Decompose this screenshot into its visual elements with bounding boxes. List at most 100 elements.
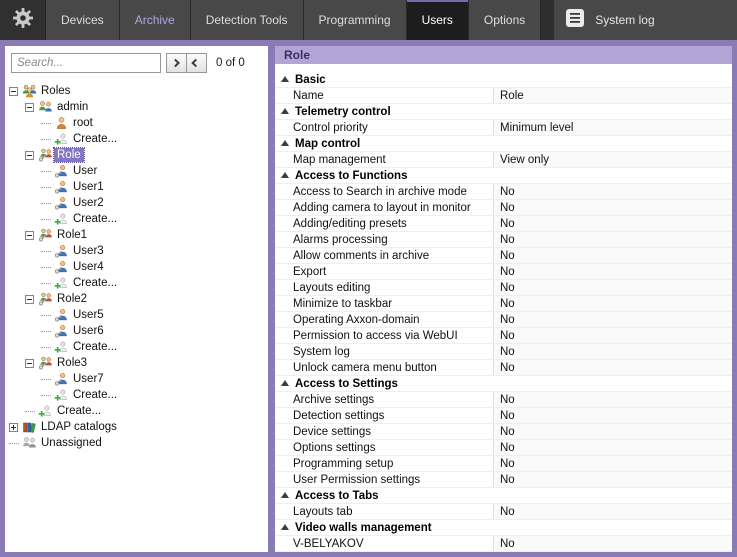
property-row-system-log[interactable]: System logNo xyxy=(275,344,732,360)
tree-item-user3[interactable]: User3 xyxy=(5,243,268,259)
property-row-access-to-search-in-archive-mode[interactable]: Access to Search in archive modeNo xyxy=(275,184,732,200)
tab-programming[interactable]: Programming xyxy=(304,0,407,40)
expander-plus-icon[interactable] xyxy=(9,423,18,432)
connector-slot xyxy=(41,395,54,396)
property-value[interactable]: No xyxy=(493,456,732,471)
property-value[interactable]: No xyxy=(493,280,732,295)
system-log-button[interactable]: System log xyxy=(554,0,737,40)
property-value[interactable]: No xyxy=(493,504,732,519)
tab-users[interactable]: Users xyxy=(407,0,469,40)
property-group-basic[interactable]: Basic xyxy=(275,72,732,88)
tree-item-user4[interactable]: User4 xyxy=(5,259,268,275)
tree-item-create[interactable]: Create... xyxy=(5,275,268,291)
property-value[interactable]: No xyxy=(493,184,732,199)
property-value[interactable]: View only xyxy=(493,152,732,167)
property-value[interactable]: No xyxy=(493,264,732,279)
property-row-layouts-editing[interactable]: Layouts editingNo xyxy=(275,280,732,296)
tree-item-role3[interactable]: Role3 xyxy=(5,355,268,371)
property-name: Allow comments in archive xyxy=(275,250,493,262)
expander-minus-icon[interactable] xyxy=(25,151,34,160)
tab-devices[interactable]: Devices xyxy=(46,0,120,40)
property-value[interactable]: Minimum level xyxy=(493,120,732,135)
search-prev-button[interactable] xyxy=(166,53,187,73)
property-row-unlock-camera-menu-button[interactable]: Unlock camera menu buttonNo xyxy=(275,360,732,376)
property-row-programming-setup[interactable]: Programming setupNo xyxy=(275,456,732,472)
property-row-detection-settings[interactable]: Detection settingsNo xyxy=(275,408,732,424)
tree-item-role[interactable]: Role xyxy=(5,147,268,163)
tree-item-role1[interactable]: Role1 xyxy=(5,227,268,243)
property-value[interactable]: No xyxy=(493,408,732,423)
tree-item-role2[interactable]: Role2 xyxy=(5,291,268,307)
expander-minus-icon[interactable] xyxy=(25,359,34,368)
tree-item-user2[interactable]: User2 xyxy=(5,195,268,211)
tree-item-label: Create... xyxy=(70,388,120,402)
tree-item-label: User2 xyxy=(70,196,107,210)
tree-item-roles[interactable]: Roles xyxy=(5,83,268,99)
property-row-minimize-to-taskbar[interactable]: Minimize to taskbarNo xyxy=(275,296,732,312)
property-group-access-to-functions[interactable]: Access to Functions xyxy=(275,168,732,184)
property-value[interactable]: No xyxy=(493,328,732,343)
settings-gear-button[interactable] xyxy=(0,0,46,40)
property-value[interactable]: No xyxy=(493,344,732,359)
property-row-allow-comments-in-archive[interactable]: Allow comments in archiveNo xyxy=(275,248,732,264)
expander-minus-icon[interactable] xyxy=(25,103,34,112)
property-group-access-to-tabs[interactable]: Access to Tabs xyxy=(275,488,732,504)
property-value[interactable]: No xyxy=(493,392,732,407)
property-row-archive-settings[interactable]: Archive settingsNo xyxy=(275,392,732,408)
property-value[interactable]: No xyxy=(493,312,732,327)
property-row-device-settings[interactable]: Device settingsNo xyxy=(275,424,732,440)
tree-item-unassigned[interactable]: Unassigned xyxy=(5,435,268,451)
property-row-layouts-tab[interactable]: Layouts tabNo xyxy=(275,504,732,520)
tree-item-user7[interactable]: User7 xyxy=(5,371,268,387)
property-row-permission-to-access-via-webui[interactable]: Permission to access via WebUINo xyxy=(275,328,732,344)
property-row-name[interactable]: NameRole xyxy=(275,88,732,104)
tree-item-root[interactable]: root xyxy=(5,115,268,131)
property-row-adding-camera-to-layout-in-monitor[interactable]: Adding camera to layout in monitorNo xyxy=(275,200,732,216)
property-value[interactable]: No xyxy=(493,200,732,215)
property-row-v-belyakov[interactable]: V-BELYAKOVNo xyxy=(275,536,732,552)
tree-item-user1[interactable]: User1 xyxy=(5,179,268,195)
property-group-video-walls-management[interactable]: Video walls management xyxy=(275,520,732,536)
tab-detection-tools[interactable]: Detection Tools xyxy=(191,0,304,40)
tree-item-user5[interactable]: User5 xyxy=(5,307,268,323)
tree-item-user[interactable]: User xyxy=(5,163,268,179)
tree-item-ldap-catalogs[interactable]: LDAP catalogs xyxy=(5,419,268,435)
tree-item-create[interactable]: Create... xyxy=(5,211,268,227)
property-row-map-management[interactable]: Map managementView only xyxy=(275,152,732,168)
property-value[interactable]: No xyxy=(493,424,732,439)
tab-archive[interactable]: Archive xyxy=(120,0,191,40)
expander-minus-icon[interactable] xyxy=(25,231,34,240)
property-value[interactable]: Role xyxy=(493,88,732,103)
search-input[interactable] xyxy=(11,53,161,73)
property-value[interactable]: No xyxy=(493,472,732,487)
property-group-access-to-settings[interactable]: Access to Settings xyxy=(275,376,732,392)
tree-item-create[interactable]: Create... xyxy=(5,387,268,403)
property-row-operating-axxon-domain[interactable]: Operating Axxon-domainNo xyxy=(275,312,732,328)
search-next-button[interactable] xyxy=(186,53,207,73)
property-row-adding-editing-presets[interactable]: Adding/editing presetsNo xyxy=(275,216,732,232)
tree-item-create[interactable]: Create... xyxy=(5,339,268,355)
property-row-alarms-processing[interactable]: Alarms processingNo xyxy=(275,232,732,248)
property-row-control-priority[interactable]: Control priorityMinimum level xyxy=(275,120,732,136)
tree-item-create[interactable]: Create... xyxy=(5,131,268,147)
tab-options[interactable]: Options xyxy=(469,0,541,40)
tree-item-user6[interactable]: User6 xyxy=(5,323,268,339)
system-log-label: System log xyxy=(595,13,654,27)
property-row-export[interactable]: ExportNo xyxy=(275,264,732,280)
property-value[interactable]: No xyxy=(493,360,732,375)
tree-item-create[interactable]: Create... xyxy=(5,403,268,419)
tree-item-admin[interactable]: admin xyxy=(5,99,268,115)
property-row-options-settings[interactable]: Options settingsNo xyxy=(275,440,732,456)
property-value[interactable]: No xyxy=(493,536,732,551)
property-value[interactable]: No xyxy=(493,248,732,263)
expander-minus-icon[interactable] xyxy=(9,87,18,96)
property-value[interactable]: No xyxy=(493,440,732,455)
property-group-map-control[interactable]: Map control xyxy=(275,136,732,152)
property-group-telemetry-control[interactable]: Telemetry control xyxy=(275,104,732,120)
property-value[interactable]: No xyxy=(493,232,732,247)
property-row-user-permission-settings[interactable]: User Permission settingsNo xyxy=(275,472,732,488)
property-value[interactable]: No xyxy=(493,216,732,231)
expander-minus-icon[interactable] xyxy=(25,295,34,304)
group-icon xyxy=(38,100,54,114)
property-value[interactable]: No xyxy=(493,296,732,311)
